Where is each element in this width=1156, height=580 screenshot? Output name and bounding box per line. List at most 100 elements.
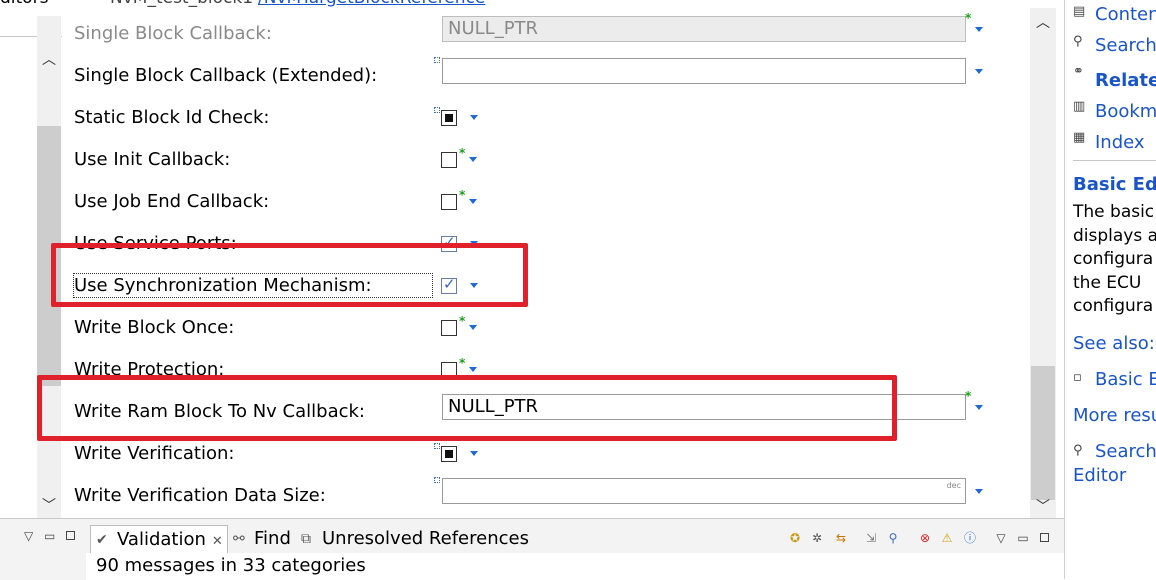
help-body-line: the ECU [1073,272,1142,293]
modified-star-icon: * [459,146,466,160]
single-block-callback-extended-label: Single Block Callback (Extended): [74,65,378,86]
scroll-down-icon[interactable]: ﹀ [1035,496,1051,516]
use-job-end-callback-label: Use Job End Callback: [74,191,270,212]
close-icon[interactable]: ✕ [212,534,223,549]
write-verification-label: Write Verification: [74,443,235,464]
help-body-line: configura [1073,296,1154,316]
dropdown-arrow-icon[interactable] [470,451,478,456]
maximize-icon[interactable] [66,531,75,540]
dropdown-arrow-icon[interactable] [469,199,477,204]
dropdown-arrow-icon[interactable] [470,115,478,120]
single-block-callback-extended-field[interactable] [442,58,966,84]
scroll-up-icon[interactable]: ︿ [41,52,57,68]
info-icon[interactable]: ⓘ [963,531,977,545]
default-value-icon [434,443,440,449]
write-verification-data-size-field[interactable]: dec [442,478,966,504]
validation-icon: ✔ [96,532,108,548]
view-menu-icon[interactable]: ▽ [994,531,1008,545]
tab-validation[interactable]: ✔ Validation ✕ [90,525,228,553]
more-results-link[interactable]: More resu [1073,405,1156,426]
divider [1073,160,1156,161]
breadcrumb-link[interactable]: /NvMTargetBlockReference [258,0,485,8]
collapse-icon[interactable]: ⇲ [864,531,878,545]
tab-label: Find [254,528,291,549]
left-view-controls: ▽ ▭ [0,519,86,553]
search-icon: ⚲ [1073,443,1083,458]
help-body-line: The basic [1073,202,1155,222]
use-job-end-callback-checkbox[interactable] [441,194,457,210]
minimize-icon[interactable]: ▭ [44,529,55,543]
contents-icon: ▤ [1073,4,1086,19]
document-icon: ▫ [1073,370,1082,385]
see-also-link[interactable]: Basic Ed [1095,369,1156,390]
default-value-icon [434,57,440,63]
dropdown-arrow-icon[interactable] [469,157,477,162]
unit-label: dec [946,481,961,490]
dropdown-arrow-icon[interactable] [469,325,477,330]
single-block-callback-label: Single Block Callback: [74,23,272,44]
tab-unresolved-references[interactable]: ⧉ Unresolved References [296,525,529,553]
search-editor-link-cont[interactable]: Editor [1073,465,1126,486]
help-link-related[interactable]: Relate [1095,70,1156,91]
minimize-icon[interactable]: ▭ [1016,531,1030,545]
settings-icon[interactable]: ✲ [810,531,824,545]
sync-icon[interactable]: ⇆ [834,531,848,545]
validate-icon[interactable]: ✪ [788,531,802,545]
help-link-bookmarks[interactable]: Bookma [1095,101,1156,122]
help-link-search[interactable]: Search [1095,35,1156,56]
breadcrumb-node[interactable]: NvM_test_block1 [110,0,253,8]
breadcrumb-separator: › [242,0,247,2]
default-value-icon [434,477,440,483]
write-block-once-checkbox[interactable] [441,320,457,336]
index-icon: ▦ [1073,130,1086,145]
dropdown-arrow-icon[interactable] [975,489,983,494]
modified-star-icon: * [459,314,466,328]
breadcrumb-editors[interactable]: ditors [0,0,48,8]
bottom-panel: ▽ ▭ ✔ Validation ✕ ⚯ Find ⧉ Unresolved Re… [0,518,1064,580]
modified-star-icon: * [965,11,972,25]
maximize-icon[interactable] [1040,533,1049,542]
binoculars-icon: ⚯ [233,531,245,547]
tab-label: Unresolved References [322,528,529,549]
tab-label: Validation [117,529,206,550]
single-block-callback-field: NULL_PTR [442,16,966,42]
write-verification-checkbox[interactable] [441,446,457,462]
dropdown-arrow-icon[interactable] [975,27,983,32]
modified-star-icon: * [459,356,466,370]
dropdown-arrow-icon[interactable] [975,69,983,74]
tab-find[interactable]: ⚯ Find [228,525,296,553]
breadcrumb-separator: › [66,0,71,2]
see-also-heading: See also: [1073,333,1155,354]
scrollbar-thumb[interactable] [1031,366,1055,500]
modified-star-icon: * [459,188,466,202]
scroll-down-icon[interactable]: ﹀ [41,498,57,514]
use-init-callback-label: Use Init Callback: [74,149,231,170]
form-scrollbar[interactable]: ︿ ﹀ [1030,8,1056,518]
warning-icon[interactable]: ⚠ [940,531,954,545]
search-editor-link[interactable]: Search [1095,441,1156,462]
use-init-callback-checkbox[interactable] [441,152,457,168]
default-value-icon [434,107,440,113]
scroll-up-icon[interactable]: ︿ [1035,12,1051,32]
help-link-index[interactable]: Index [1095,132,1145,153]
dropdown-arrow-icon[interactable] [975,405,983,410]
highlight-box-write-ram-callback [37,375,897,441]
static-block-id-check-checkbox[interactable] [441,110,457,126]
help-body: The basic displays a configura the ECU c… [1073,201,1156,319]
related-topics-icon: ⚭ [1073,64,1084,79]
write-verification-data-size-label: Write Verification Data Size: [74,485,326,506]
error-icon[interactable]: ⊗ [918,531,932,545]
help-body-line: configura [1073,249,1154,269]
dropdown-arrow-icon[interactable] [469,367,477,372]
references-icon: ⧉ [301,531,311,547]
modified-star-icon: * [965,389,972,403]
help-link-contents[interactable]: Conten [1095,4,1156,25]
help-body-line: displays a [1073,225,1156,246]
search-icon: ⚲ [1073,34,1083,49]
highlight-box-sync-mechanism [51,243,528,307]
filter-icon[interactable]: ⚲ [886,531,900,545]
bookmarks-icon: ▥ [1073,99,1086,114]
write-block-once-label: Write Block Once: [74,317,235,338]
help-pane: ▤ Conten ⚲ Search ⚭ Relate ▥ Bookma ▦ In… [1064,0,1156,579]
view-menu-icon[interactable]: ▽ [24,529,33,543]
